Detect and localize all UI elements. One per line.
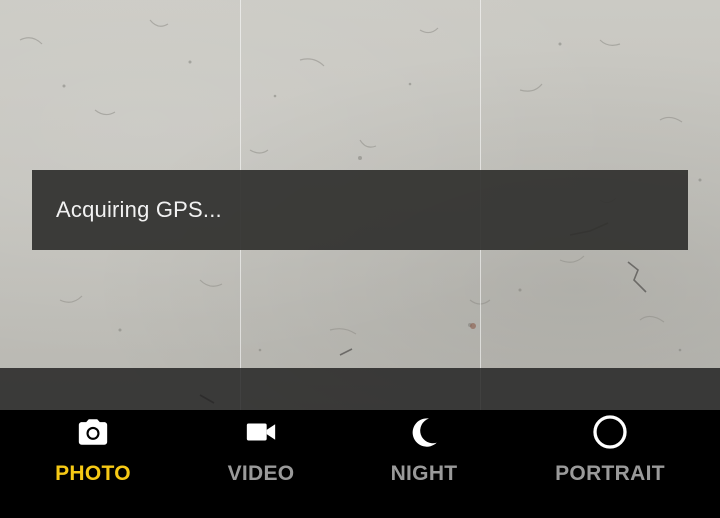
gps-toast: Acquiring GPS... xyxy=(32,170,688,250)
camera-viewfinder[interactable]: Acquiring GPS... xyxy=(0,0,720,410)
mode-portrait-button[interactable]: PORTRAIT xyxy=(530,410,690,518)
bottom-shade xyxy=(0,368,720,410)
mode-photo-button[interactable]: PHOTO xyxy=(13,410,173,518)
camera-mode-bar: PHOTO VIDEO NIGHT PORTRAIT xyxy=(0,410,720,518)
mode-video-button[interactable]: VIDEO xyxy=(181,410,341,518)
mode-label: VIDEO xyxy=(227,462,295,485)
circle-icon xyxy=(590,412,630,452)
mode-label: PHOTO xyxy=(55,462,131,485)
camera-icon xyxy=(73,412,113,452)
moon-icon xyxy=(404,412,444,452)
mode-label: PORTRAIT xyxy=(555,462,665,485)
mode-night-button[interactable]: NIGHT xyxy=(344,410,504,518)
toast-message: Acquiring GPS... xyxy=(56,197,222,222)
video-camera-icon xyxy=(241,412,281,452)
mode-label: NIGHT xyxy=(390,462,458,485)
